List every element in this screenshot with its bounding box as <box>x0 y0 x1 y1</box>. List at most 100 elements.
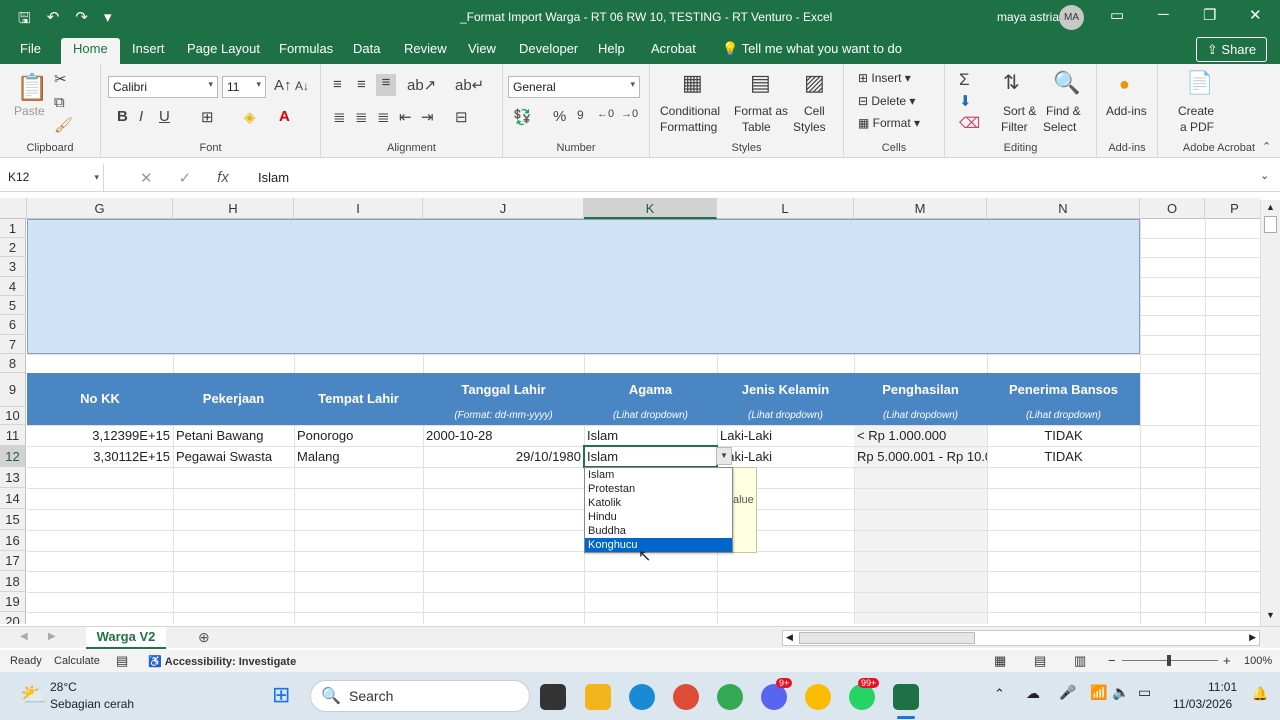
prev-sheet-icon[interactable]: ◀ <box>20 631 28 642</box>
cut-icon[interactable]: ✂ <box>54 70 67 88</box>
redo-icon[interactable]: ↷ <box>75 8 88 33</box>
row-header-3[interactable]: 3 <box>0 257 26 277</box>
weather-temp[interactable]: 28°C <box>50 680 77 694</box>
addins-icon[interactable]: ● <box>1119 74 1130 95</box>
percent-icon[interactable]: % <box>553 108 566 125</box>
scroll-right-icon[interactable]: ▶ <box>1249 632 1256 643</box>
increase-font-icon[interactable]: A↑ <box>274 77 292 94</box>
create-pdf-label-2[interactable]: a PDF <box>1180 120 1214 134</box>
tab-help[interactable]: Help <box>598 41 625 56</box>
autosum-icon[interactable]: Σ <box>959 70 970 90</box>
number-format-box[interactable]: General ▾ <box>508 76 640 98</box>
decrease-decimal-icon[interactable]: →0 <box>621 108 638 120</box>
cell-l12[interactable]: Laki-Laki <box>717 447 854 467</box>
row-header-9[interactable]: 9 <box>0 373 26 407</box>
font-name-box[interactable]: Calibri ▾ <box>108 76 218 98</box>
row-header-7[interactable]: 7 <box>0 335 26 354</box>
cell-g12[interactable]: 3,30112E+15 <box>27 447 173 467</box>
next-sheet-icon[interactable]: ▶ <box>48 631 56 642</box>
zoom-in-icon[interactable]: + <box>1223 653 1231 668</box>
excel-icon[interactable] <box>893 684 919 710</box>
column-header-j[interactable]: J <box>423 198 584 219</box>
font-size-box[interactable]: 11 ▾ <box>222 76 266 98</box>
format-as-table-label[interactable]: Format as <box>734 104 788 118</box>
dropdown-option-islam[interactable]: Islam <box>585 468 732 482</box>
page-layout-view-icon[interactable]: ▤ <box>1034 653 1046 669</box>
borders-icon[interactable]: ⊞ <box>201 108 214 126</box>
increase-indent-icon[interactable]: ⇥ <box>421 108 434 126</box>
validation-dropdown-list[interactable]: Islam Protestan Katolik Hindu Buddha Kon… <box>584 467 733 553</box>
column-header-l[interactable]: L <box>717 198 854 219</box>
bold-icon[interactable]: B <box>117 108 128 125</box>
wifi-icon[interactable]: 📶 <box>1090 684 1107 701</box>
tab-review[interactable]: Review <box>404 41 447 56</box>
row-header-12[interactable]: 12 <box>0 446 26 467</box>
dropdown-option-konghucu[interactable]: Konghucu <box>585 538 732 552</box>
task-view-icon[interactable] <box>540 684 566 710</box>
row-header-17[interactable]: 17 <box>0 551 26 571</box>
paste-icon[interactable]: 📋 <box>16 72 48 103</box>
file-explorer-icon[interactable] <box>585 684 611 710</box>
tab-file[interactable]: File <box>20 41 41 56</box>
tab-view[interactable]: View <box>468 41 496 56</box>
column-header-g[interactable]: G <box>27 198 173 219</box>
sort-filter-icon[interactable]: ⇅ <box>1003 70 1020 95</box>
horizontal-scrollbar[interactable]: ◀ ▶ <box>782 630 1260 646</box>
align-center-icon[interactable]: ≣ <box>355 108 368 126</box>
comma-icon[interactable]: 9 <box>577 108 584 122</box>
start-icon[interactable]: ⊞ <box>272 682 290 708</box>
vertical-scrollbar[interactable]: ▲ ▼ <box>1260 200 1280 626</box>
row-header-18[interactable]: 18 <box>0 571 26 592</box>
tab-insert[interactable]: Insert <box>132 41 165 56</box>
column-header-p[interactable]: P <box>1205 198 1260 219</box>
cell-g11[interactable]: 3,12399E+15 <box>27 426 173 446</box>
insert-cells-button[interactable]: ⊞ Insert ▾ <box>858 71 911 85</box>
chrome-profile-2-icon[interactable] <box>805 684 831 710</box>
cell-h11[interactable]: Petani Bawang <box>173 426 294 446</box>
sheet-tab-warga-v2[interactable]: Warga V2 <box>86 627 166 649</box>
tab-acrobat[interactable]: Acrobat <box>651 41 696 56</box>
chrome-icon[interactable] <box>717 684 743 710</box>
cancel-icon[interactable]: ✕ <box>140 169 153 187</box>
addins-label[interactable]: Add-ins <box>1106 104 1147 118</box>
format-painter-icon[interactable]: 🖌 <box>54 116 73 134</box>
formula-input[interactable]: Islam <box>258 170 289 185</box>
status-calculate[interactable]: Calculate <box>54 655 100 667</box>
cell-m12[interactable]: Rp 5.000.001 - Rp 10.000.000 <box>854 447 987 467</box>
format-cells-button[interactable]: ▦ Format ▾ <box>858 116 920 130</box>
create-pdf-label[interactable]: Create <box>1178 104 1214 118</box>
dropdown-arrow-button[interactable]: ▼ <box>716 447 732 465</box>
fill-icon[interactable]: ⬇ <box>959 92 972 110</box>
select-all-corner[interactable] <box>0 198 27 219</box>
paste-label[interactable]: Paste <box>14 104 45 118</box>
copy-icon[interactable]: ⧉ <box>54 94 65 111</box>
decrease-indent-icon[interactable]: ⇤ <box>399 108 412 126</box>
clear-icon[interactable]: ⌫ <box>959 114 980 132</box>
customize-qat-icon[interactable]: ▾ <box>104 8 112 33</box>
row-header-15[interactable]: 15 <box>0 509 26 530</box>
column-header-k[interactable]: K <box>584 198 717 219</box>
format-as-table-label-2[interactable]: Table <box>742 120 771 134</box>
cell-i11[interactable]: Ponorogo <box>294 426 423 446</box>
dropdown-option-buddha[interactable]: Buddha <box>585 524 732 538</box>
tab-home[interactable]: Home <box>61 38 120 64</box>
user-name[interactable]: maya astria <box>997 10 1059 24</box>
macro-record-icon[interactable]: ▤ <box>116 653 128 669</box>
cell-h12[interactable]: Pegawai Swasta <box>173 447 294 467</box>
close-icon[interactable]: ✕ <box>1249 6 1262 24</box>
italic-icon[interactable]: I <box>139 108 143 125</box>
accessibility-status[interactable]: ♿ Accessibility: Investigate <box>148 655 296 668</box>
bottom-align-icon[interactable]: ≡ <box>376 74 396 96</box>
find-select-label[interactable]: Find & <box>1046 104 1081 118</box>
row-header-1[interactable]: 1 <box>0 219 26 238</box>
maximize-icon[interactable]: ❐ <box>1203 6 1216 24</box>
dropdown-option-katolik[interactable]: Katolik <box>585 496 732 510</box>
clock-date[interactable]: 11/03/2026 <box>1173 697 1232 711</box>
onedrive-icon[interactable]: ☁ <box>1026 685 1040 702</box>
row-header-4[interactable]: 4 <box>0 277 26 296</box>
row-header-14[interactable]: 14 <box>0 488 26 509</box>
enter-icon[interactable]: ✓ <box>179 169 192 187</box>
expand-formula-icon[interactable]: ⌄ <box>1260 169 1269 182</box>
notifications-icon[interactable]: 🔔 <box>1252 686 1268 702</box>
font-color-icon[interactable]: A <box>279 108 290 125</box>
